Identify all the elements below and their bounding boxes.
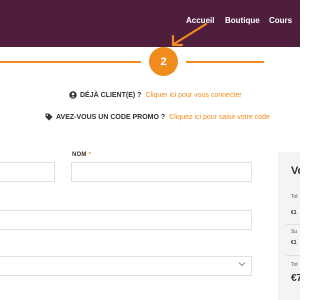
user-circle-icon: [69, 91, 77, 99]
step-indicator: 2: [149, 47, 178, 76]
order-summary-panel: Vo Tot €1 Su €1 Tot €7: [278, 152, 300, 300]
last-name-label-text: NOM: [72, 152, 87, 158]
required-mark: *: [88, 152, 92, 158]
chevron-down-icon: [238, 262, 246, 267]
order-summary-title: Vo: [291, 165, 300, 177]
summary-divider: [286, 224, 300, 225]
returning-customer-notice: DÉJÀ CLIENT(E) ? Cliquer ici pour vous c…: [69, 91, 242, 99]
summary-divider: [286, 255, 300, 256]
promo-code-notice: AVEZ-VOUS UN CODE PROMO ? Cliquez ici po…: [45, 113, 270, 121]
returning-customer-label: DÉJÀ CLIENT(E) ?: [80, 91, 142, 99]
last-name-field[interactable]: [71, 162, 252, 182]
promo-code-link[interactable]: Cliquez ici pour saisir votre code: [169, 114, 270, 121]
nav-link-cours[interactable]: Cours: [269, 16, 292, 25]
tag-icon: [45, 113, 53, 121]
progress-line-right: [186, 61, 264, 63]
summary-row2-value: €1: [291, 240, 297, 246]
progress-line-left: [0, 61, 141, 63]
summary-row1-value: €1: [291, 210, 297, 216]
summary-row1-label: Tot: [291, 194, 298, 200]
site-header: Accueil Boutique Cours: [0, 0, 300, 47]
pointer-arrow-icon: [171, 22, 208, 47]
summary-total-value: €7: [291, 273, 300, 284]
summary-row2-label: Su: [291, 229, 298, 235]
last-name-label: NOM *: [72, 152, 91, 158]
login-link[interactable]: Cliquer ici pour vous connecter: [145, 92, 241, 99]
promo-code-label: AVEZ-VOUS UN CODE PROMO ?: [56, 113, 166, 121]
summary-total-label: Tot: [291, 262, 298, 268]
first-name-field[interactable]: [0, 162, 55, 182]
company-field[interactable]: [0, 210, 252, 230]
country-select[interactable]: [0, 256, 252, 276]
nav-link-boutique[interactable]: Boutique: [225, 16, 260, 25]
